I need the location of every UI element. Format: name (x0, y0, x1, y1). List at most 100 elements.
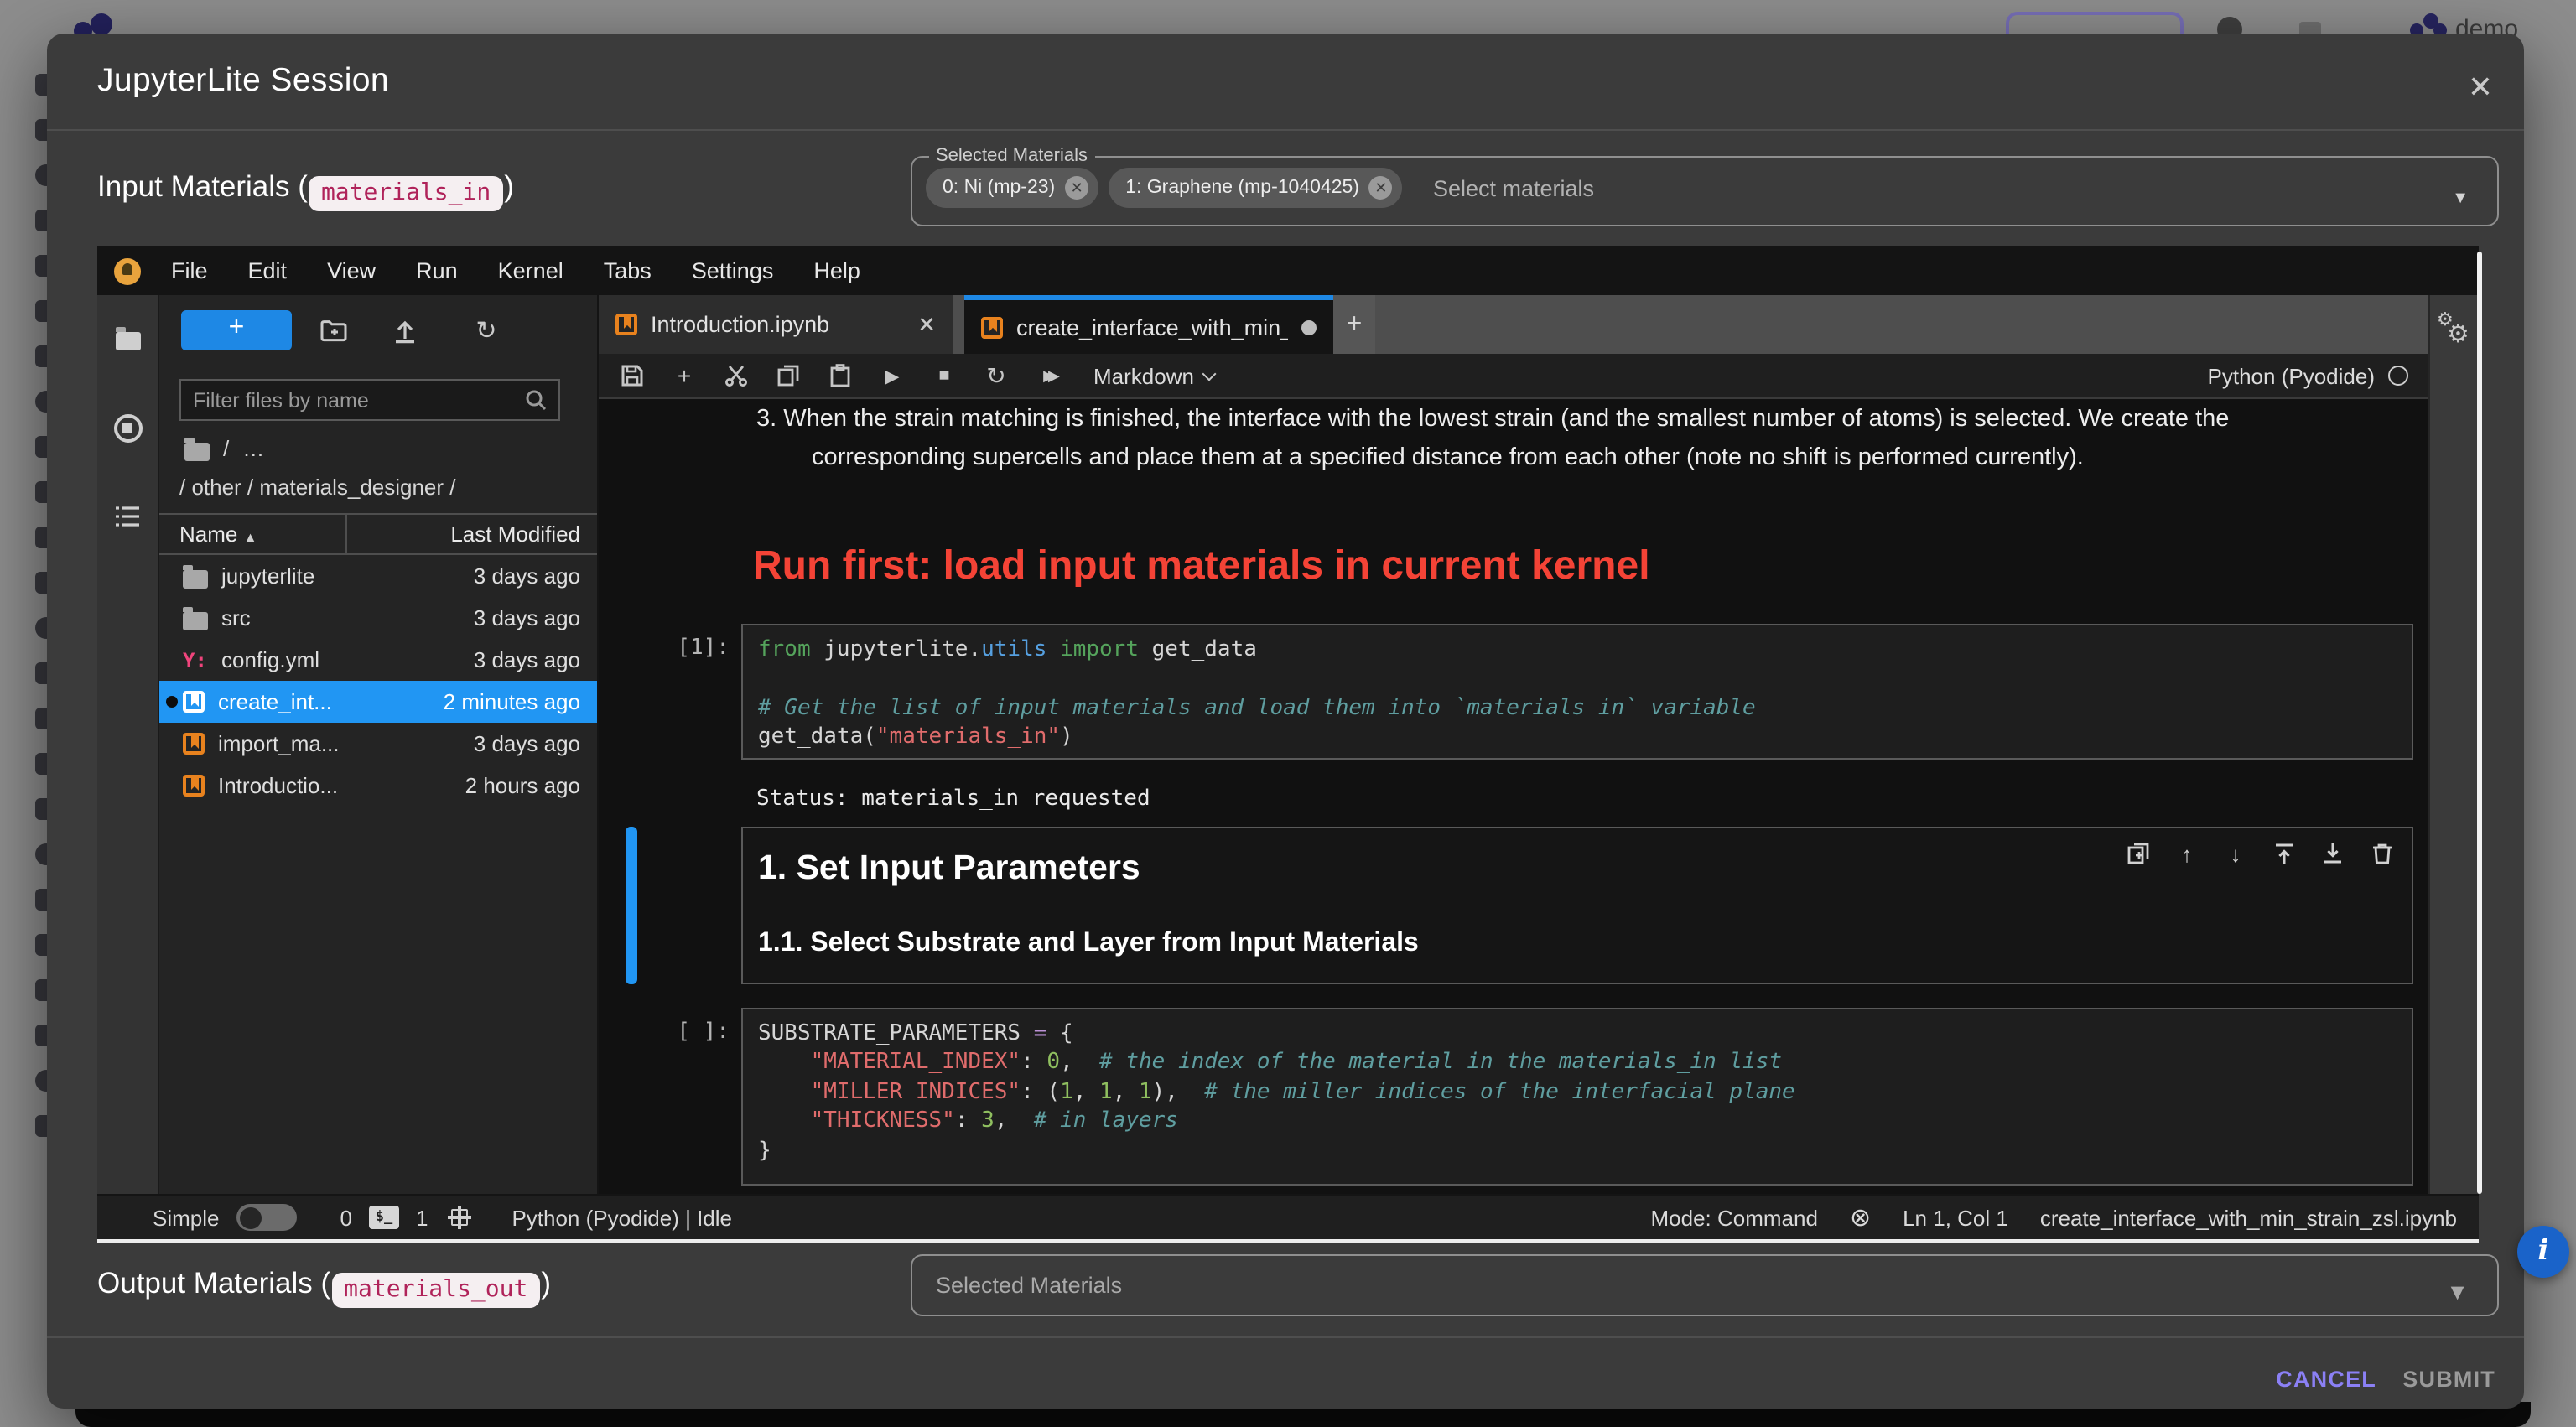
markdown-cell[interactable]: 1. Set Input Parameters 1.1. Select Subs… (741, 827, 2413, 984)
menu-item-file[interactable]: File (151, 246, 228, 295)
dropdown-caret-icon: ▼ (2446, 1279, 2469, 1304)
cut-cells-button[interactable] (723, 362, 750, 389)
modal-scrollbar[interactable] (2477, 252, 2482, 1194)
markdown-h3: 1.1. Select Substrate and Layer from Inp… (758, 929, 1419, 959)
folder-icon (183, 611, 208, 630)
menu-item-run[interactable]: Run (396, 246, 478, 295)
upload-button[interactable] (392, 318, 436, 343)
selected-materials-fieldset[interactable]: Selected Materials 0: Ni (mp-23) ✕ 1: Gr… (911, 146, 2499, 226)
menu-item-settings[interactable]: Settings (672, 246, 794, 295)
running-sessions-icon[interactable] (111, 411, 144, 444)
submit-button[interactable]: SUBMIT (2402, 1358, 2496, 1402)
jupyterlab-panel: File Edit View Run Kernel Tabs Settings … (97, 246, 2479, 1243)
cell-toolbar: ↑ ↓ (2125, 840, 2395, 867)
material-chip[interactable]: 1: Graphene (mp-1040425) ✕ (1109, 168, 1403, 208)
markdown-paragraph: corresponding supercells and place them … (812, 444, 2355, 471)
notebook-file-icon (183, 733, 205, 755)
copy-cells-button[interactable] (775, 362, 802, 389)
delete-cell-button[interactable] (2368, 840, 2395, 867)
restart-run-all-button[interactable]: ▶▶ (1035, 362, 1062, 389)
terminals-count[interactable]: 0 (340, 1205, 352, 1230)
breadcrumb[interactable]: / … (184, 436, 264, 461)
duplicate-cell-button[interactable] (2125, 840, 2152, 867)
terminal-icon: $_ (369, 1206, 399, 1229)
info-fab-button[interactable]: i (2517, 1226, 2569, 1278)
tab-introduction[interactable]: Introduction.ipynb ✕ (599, 295, 953, 354)
notebook-file-icon (183, 691, 205, 713)
chip-remove-icon[interactable]: ✕ (1369, 176, 1393, 200)
breadcrumb-path[interactable]: / other / materials_designer / (179, 475, 456, 500)
menu-item-tabs[interactable]: Tabs (584, 246, 672, 295)
file-row[interactable]: jupyterlite 3 days ago (159, 555, 597, 597)
mode-indicator[interactable]: Mode: Command (1651, 1205, 1818, 1230)
refresh-button[interactable]: ↻ (465, 315, 508, 345)
simple-mode-label: Simple (153, 1205, 220, 1230)
column-name[interactable]: Name ▲ (159, 522, 332, 547)
insert-cell-below-button[interactable] (2319, 840, 2346, 867)
kernel-status-text[interactable]: Python (Pyodide) | Idle (512, 1205, 732, 1230)
menu-item-help[interactable]: Help (793, 246, 880, 295)
selected-materials-legend: Selected Materials (929, 146, 1094, 166)
kernel-chip-icon (448, 1206, 471, 1229)
code-editor[interactable]: SUBSTRATE_PARAMETERS = { "MATERIAL_INDEX… (743, 1009, 2412, 1175)
file-row[interactable]: import_ma... 3 days ago (159, 723, 597, 765)
folder-icon (183, 569, 208, 588)
notebook-content[interactable]: 3. When the strain matching is finished,… (599, 399, 2428, 1194)
cursor-position[interactable]: Ln 1, Col 1 (1903, 1205, 2008, 1230)
simple-mode-toggle[interactable] (236, 1204, 297, 1231)
cancel-button[interactable]: CANCEL (2276, 1358, 2376, 1402)
code-editor[interactable]: from jupyterlite.utils import get_data# … (743, 625, 2412, 762)
status-bar: Simple 0 $_ 1 Python (Pyodide) | Idle Mo… (97, 1194, 2479, 1239)
restart-kernel-button[interactable]: ↻ (983, 362, 1010, 389)
cell-prompt: [ ]: (642, 1020, 730, 1045)
notebook-tab-icon (615, 314, 637, 335)
insert-cell-button[interactable]: + (671, 362, 698, 389)
menu-item-edit[interactable]: Edit (228, 246, 308, 295)
column-last-modified[interactable]: Last Modified (347, 522, 597, 547)
material-chip[interactable]: 0: Ni (mp-23) ✕ (926, 168, 1098, 208)
menu-item-view[interactable]: View (307, 246, 396, 295)
menu-item-kernel[interactable]: Kernel (478, 246, 584, 295)
home-folder-icon[interactable] (184, 442, 210, 460)
table-of-contents-icon[interactable] (111, 500, 144, 533)
cell-selection-bar[interactable] (626, 827, 637, 984)
file-row-selected[interactable]: create_int... 2 minutes ago (159, 681, 597, 723)
dropdown-caret-icon[interactable]: ▼ (2452, 189, 2469, 207)
new-launcher-button[interactable]: + (181, 310, 292, 350)
output-materials-label: Output Materials (materials_out) (97, 1266, 551, 1308)
trust-shield-icon[interactable]: ⊗ (1850, 1205, 1871, 1230)
file-row[interactable]: Y: config.yml 3 days ago (159, 639, 597, 681)
menu-bar: File Edit View Run Kernel Tabs Settings … (97, 246, 2479, 295)
stop-button[interactable]: ■ (931, 362, 958, 389)
cell-type-dropdown[interactable]: Markdown (1093, 363, 1214, 388)
notebook-toolbar: + ▶ ■ ↻ ▶▶ (599, 354, 2428, 399)
close-icon[interactable]: ✕ (2460, 67, 2501, 107)
property-inspector-strip[interactable]: ⚙⚙ (2428, 295, 2479, 1194)
tab-create-interface[interactable]: create_interface_with_min_ (964, 295, 1333, 354)
insert-cell-above-button[interactable] (2271, 840, 2298, 867)
file-row[interactable]: Introductio... 2 hours ago (159, 765, 597, 807)
kernel-name[interactable]: Python (Pyodide) (2208, 363, 2375, 388)
move-cell-up-button[interactable]: ↑ (2174, 840, 2200, 867)
output-materials-select[interactable]: Selected Materials ▼ (911, 1254, 2499, 1316)
file-browser-tab-icon[interactable] (111, 322, 144, 355)
tab-close-icon[interactable]: ✕ (917, 311, 936, 338)
code-cell-1[interactable]: from jupyterlite.utils import get_data# … (741, 624, 2413, 760)
new-folder-button[interactable] (320, 319, 364, 342)
move-cell-down-button[interactable]: ↓ (2222, 840, 2249, 867)
chevron-down-icon (1202, 366, 1216, 381)
new-tab-button[interactable]: + (1333, 295, 1375, 354)
code-cell-2[interactable]: SUBSTRATE_PARAMETERS = { "MATERIAL_INDEX… (741, 1008, 2413, 1186)
chip-remove-icon[interactable]: ✕ (1065, 176, 1088, 200)
section-heading-red: Run first: load input materials in curre… (753, 543, 1650, 590)
file-filter-input[interactable]: Filter files by name (179, 379, 560, 421)
notebook-tab-icon (981, 316, 1003, 338)
save-button[interactable] (619, 362, 646, 389)
file-row[interactable]: src 3 days ago (159, 597, 597, 639)
paste-cells-button[interactable] (827, 362, 854, 389)
kernels-count[interactable]: 1 (416, 1205, 428, 1230)
run-button[interactable]: ▶ (879, 362, 906, 389)
file-browser: + ↻ Filter files by name (159, 295, 599, 1194)
markdown-paragraph: 3. When the strain matching is finished,… (756, 406, 2333, 433)
unsaved-dot-icon (166, 696, 178, 708)
